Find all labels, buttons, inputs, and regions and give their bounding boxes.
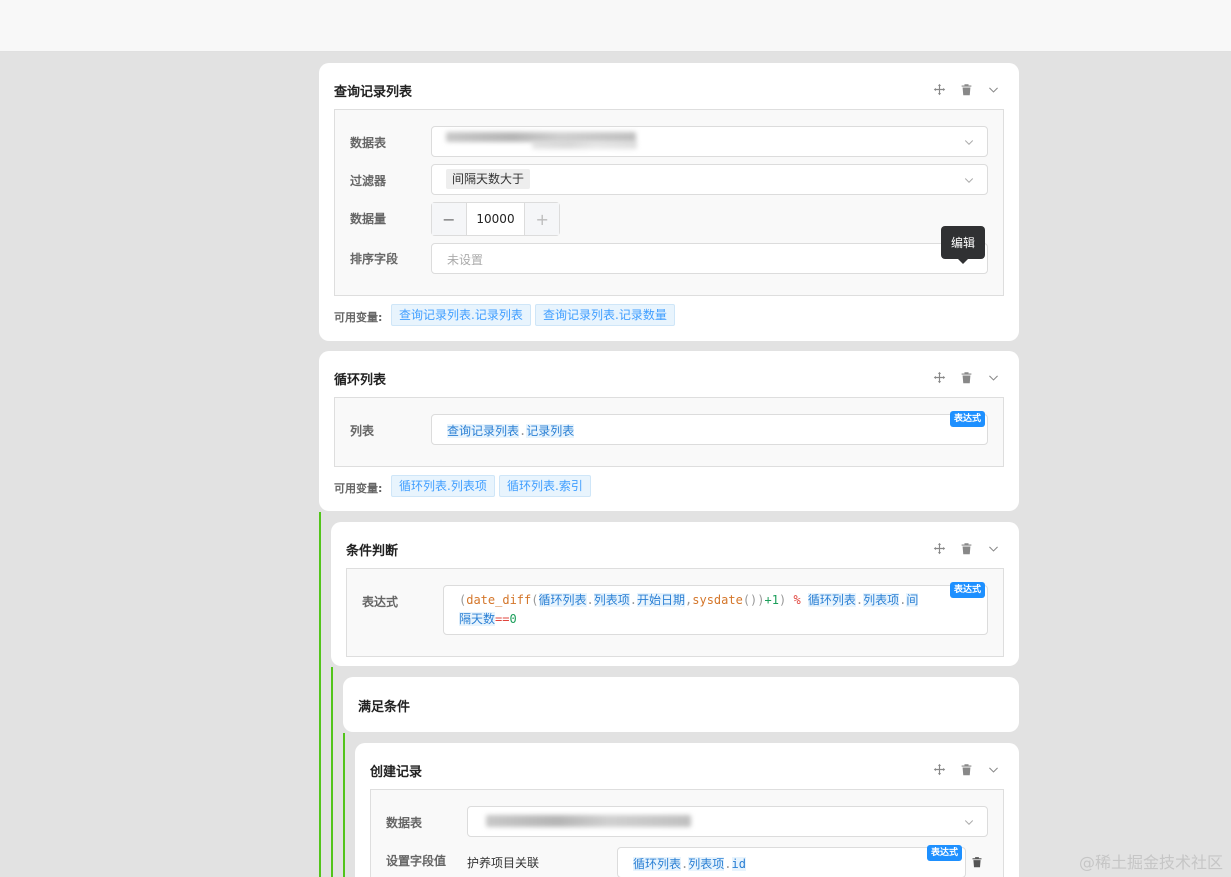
card-title: 满足条件 bbox=[358, 700, 411, 715]
trash-icon[interactable] bbox=[959, 541, 974, 556]
label-filter: 过滤器 bbox=[350, 174, 387, 188]
watermark: @稀土掘金技术社区 bbox=[1078, 853, 1223, 872]
filter-chip: 间隔天数大于 bbox=[446, 169, 531, 189]
top-bar bbox=[0, 0, 1231, 52]
label-set-fields: 设置字段值 bbox=[386, 854, 447, 868]
list-expression-input[interactable]: 查询记录列表.记录列表 bbox=[431, 414, 988, 445]
card-actions bbox=[932, 541, 1001, 556]
chevron-down-icon bbox=[963, 136, 975, 148]
trash-icon[interactable] bbox=[959, 82, 974, 97]
edit-tooltip: 编辑 bbox=[941, 226, 985, 264]
label-table: 数据表 bbox=[350, 136, 387, 150]
list-expression: 查询记录列表.记录列表 bbox=[447, 424, 575, 438]
label-sort: 排序字段 bbox=[350, 252, 399, 266]
chevron-down-icon[interactable] bbox=[986, 82, 1001, 97]
trash-icon[interactable] bbox=[971, 856, 985, 870]
move-icon[interactable] bbox=[932, 762, 947, 777]
met-branch-line bbox=[343, 733, 345, 877]
var-tag-list-item[interactable]: 循环列表.列表项 bbox=[391, 475, 495, 497]
query-config-panel: 数据表 过滤器 间隔天数大于 数据量 − 10000 + 排序字段 未设置 bbox=[334, 109, 1004, 296]
loop-branch-line bbox=[319, 512, 321, 877]
label-table: 数据表 bbox=[386, 816, 423, 830]
condition-card: 条件判断 表达式 (date_diff(循环列表.列表项.开始日期,sysdat… bbox=[331, 522, 1019, 666]
count-value[interactable]: 10000 bbox=[465, 203, 526, 235]
field-value-expression: 循环列表.列表项.id bbox=[633, 857, 746, 871]
create-table-select[interactable] bbox=[467, 806, 988, 837]
expression-badge: 表达式 bbox=[950, 582, 986, 598]
var-tag-index[interactable]: 循环列表.索引 bbox=[499, 475, 591, 497]
card-actions bbox=[932, 82, 1001, 97]
label-expression: 表达式 bbox=[362, 595, 399, 609]
chevron-down-icon[interactable] bbox=[986, 370, 1001, 385]
condition-branch-line bbox=[331, 667, 333, 877]
trash-icon[interactable] bbox=[959, 370, 974, 385]
card-title: 循环列表 bbox=[334, 373, 387, 388]
table-select[interactable] bbox=[431, 126, 988, 157]
move-icon[interactable] bbox=[932, 541, 947, 556]
create-config-panel: 数据表 设置字段值 护养项目关联 循环列表.列表项.id 表达式 bbox=[370, 789, 1004, 877]
move-icon[interactable] bbox=[932, 370, 947, 385]
condition-expression: (date_diff(循环列表.列表项.开始日期,sysdate())+1) %… bbox=[459, 593, 919, 626]
card-title: 创建记录 bbox=[370, 765, 423, 780]
sort-field-input[interactable]: 未设置 bbox=[431, 243, 988, 274]
condition-config-panel: 表达式 (date_diff(循环列表.列表项.开始日期,sysdate())+… bbox=[346, 568, 1004, 657]
chevron-down-icon bbox=[963, 174, 975, 186]
expression-badge: 表达式 bbox=[950, 411, 986, 427]
expression-badge: 表达式 bbox=[927, 845, 963, 861]
create-record-card: 创建记录 数据表 设置字段值 护养项目关联 循环列表.列表项.id 表达式 bbox=[355, 743, 1019, 877]
card-title: 查询记录列表 bbox=[334, 85, 413, 100]
loop-list-card: 循环列表 列表 查询记录列表.记录列表 表达式 可用变量: 循环列表.列表项 循… bbox=[319, 351, 1019, 511]
redacted-table-name bbox=[486, 815, 691, 827]
chevron-down-icon bbox=[963, 816, 975, 828]
query-records-card: 查询记录列表 数据表 过滤器 间隔天数大于 数据量 − 10000 + 排序字段… bbox=[319, 63, 1019, 341]
field-value-input[interactable]: 循环列表.列表项.id bbox=[617, 847, 966, 877]
increment-button[interactable]: + bbox=[525, 203, 560, 235]
card-actions bbox=[932, 762, 1001, 777]
label-count: 数据量 bbox=[350, 212, 387, 226]
available-vars-label: 可用变量: bbox=[334, 482, 383, 495]
move-icon[interactable] bbox=[932, 82, 947, 97]
loop-config-panel: 列表 查询记录列表.记录列表 表达式 bbox=[334, 397, 1004, 467]
card-actions bbox=[932, 370, 1001, 385]
chevron-down-icon[interactable] bbox=[986, 541, 1001, 556]
condition-expression-input[interactable]: (date_diff(循环列表.列表项.开始日期,sysdate())+1) %… bbox=[443, 585, 988, 635]
var-tag-record-count[interactable]: 查询记录列表.记录数量 bbox=[535, 304, 675, 326]
sort-placeholder: 未设置 bbox=[447, 253, 484, 267]
field-name-nursing-item: 护养项目关联 bbox=[467, 856, 540, 870]
condition-met-card: 满足条件 bbox=[343, 677, 1019, 732]
card-title: 条件判断 bbox=[346, 544, 399, 559]
chevron-down-icon[interactable] bbox=[986, 762, 1001, 777]
filter-select[interactable]: 间隔天数大于 bbox=[431, 164, 988, 195]
available-vars-label: 可用变量: bbox=[334, 311, 383, 324]
label-list: 列表 bbox=[350, 424, 375, 438]
count-stepper: − 10000 + bbox=[431, 202, 560, 236]
redacted-table-name-2 bbox=[532, 141, 637, 149]
decrement-button[interactable]: − bbox=[432, 203, 466, 235]
trash-icon[interactable] bbox=[959, 762, 974, 777]
var-tag-record-list[interactable]: 查询记录列表.记录列表 bbox=[391, 304, 531, 326]
